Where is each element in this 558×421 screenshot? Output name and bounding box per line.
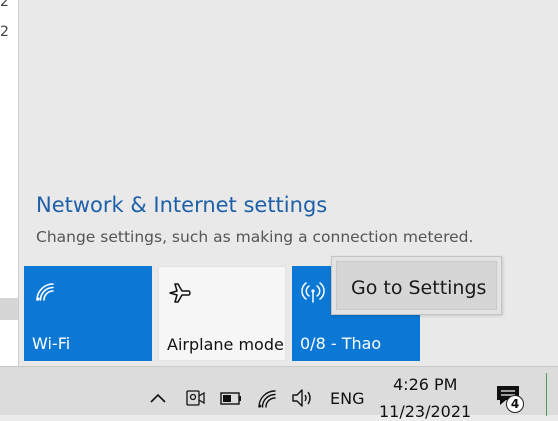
chevron-up-icon[interactable] bbox=[148, 387, 168, 409]
quick-action-wifi[interactable]: Wi-Fi bbox=[24, 266, 152, 361]
tooltip-text: Go to Settings bbox=[351, 277, 487, 299]
quick-action-airplane-mode[interactable]: Airplane mode bbox=[158, 266, 286, 361]
airplane-mode-tile-label: Airplane mode bbox=[167, 335, 284, 354]
input-language[interactable]: ENG bbox=[330, 389, 364, 408]
network-settings-link[interactable]: Network & Internet settings bbox=[36, 193, 327, 217]
mobile-hotspot-tile-label: 0/8 - Thao bbox=[300, 334, 382, 353]
airplane-icon bbox=[169, 283, 191, 303]
volume-icon[interactable] bbox=[290, 387, 314, 409]
background-scrollbar bbox=[0, 298, 18, 320]
background-text-fragment: 2 bbox=[0, 24, 9, 40]
meet-now-icon[interactable] bbox=[184, 387, 206, 409]
action-center-button[interactable]: 4 bbox=[494, 383, 528, 415]
clock-date[interactable]: 11/23/2021 bbox=[379, 402, 471, 421]
wifi-icon[interactable] bbox=[256, 387, 278, 409]
wifi-icon bbox=[36, 283, 54, 301]
wifi-tile-label: Wi-Fi bbox=[32, 334, 71, 353]
go-to-settings-tooltip: Go to Settings bbox=[331, 256, 502, 315]
tooltip-body: Go to Settings bbox=[336, 261, 497, 310]
clock-time[interactable]: 4:26 PM bbox=[393, 375, 457, 394]
show-desktop-edge[interactable] bbox=[546, 373, 558, 416]
network-settings-description: Change settings, such as making a connec… bbox=[36, 228, 474, 246]
background-window: 2 2 bbox=[0, 0, 19, 372]
battery-icon[interactable] bbox=[219, 387, 243, 409]
taskbar: ENG 4:26 PM 11/23/2021 4 bbox=[0, 366, 558, 421]
notification-count-badge: 4 bbox=[506, 395, 524, 413]
background-text-fragment: 2 bbox=[0, 0, 9, 10]
mobile-hotspot-icon bbox=[301, 282, 325, 303]
